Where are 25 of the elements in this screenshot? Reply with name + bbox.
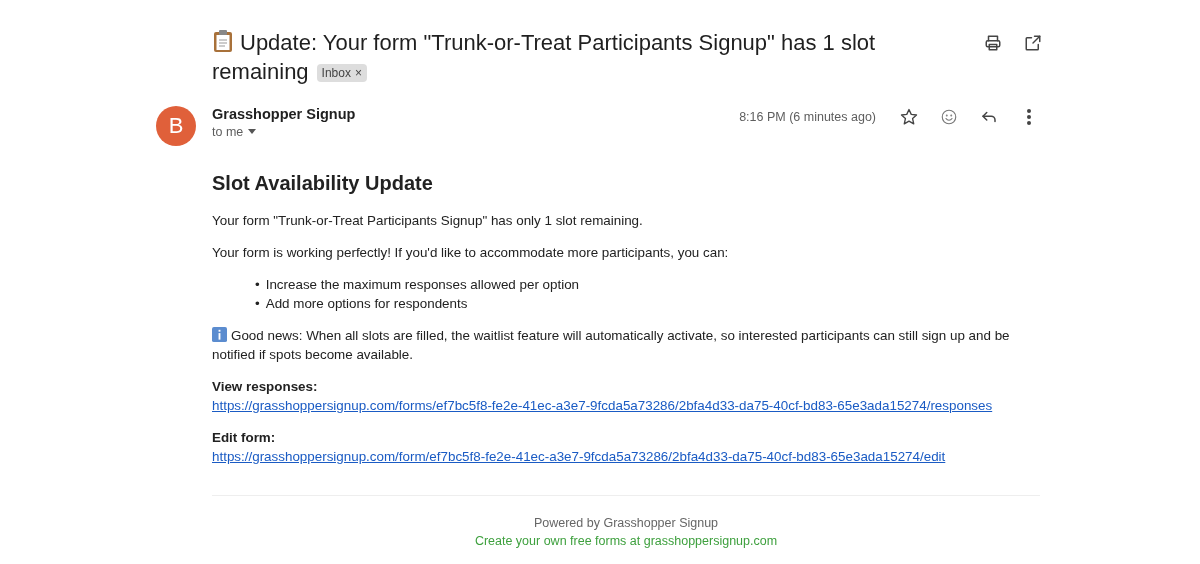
link-label: View responses: — [212, 378, 319, 396]
promo-text: Create your own free forms at grasshoppersignup.com — [474, 533, 778, 550]
clipboard-icon — [212, 29, 234, 53]
remove-label-button[interactable]: × — [354, 65, 362, 82]
email-subject: Update: Your form "Trunk-or-Treat Participants Signup" has 1 slot remaining Inbox × — [212, 28, 877, 86]
more-options-icon — [1027, 109, 1031, 125]
sent-time: 8:16 PM (6 minutes ago) — [739, 110, 876, 124]
link-label: Edit form: — [212, 429, 277, 447]
caret-icon — [247, 129, 258, 135]
body-paragraph: Your form is working perfectly! If you'd like to accommodate more participants, you can: — [212, 244, 730, 262]
form-link[interactable]: https://grasshoppersignup.com/form/ef7bc5f8-fe2e-41ec-a3e7-9fcda5a73286/2bfa4d33-da75-40cf-bd83-65e3ada15274/edit — [212, 447, 946, 466]
recipient-dropdown[interactable]: to me — [212, 125, 258, 139]
body-heading: Slot Availability Update — [212, 174, 434, 193]
bullet-marker: • — [255, 276, 260, 294]
powered-by-text: Powered by Grasshopper Signup — [533, 515, 719, 532]
bullet-item: Increase the maximum responses allowed per option — [265, 276, 580, 294]
body-paragraph: Your form "Trunk-or-Treat Participants Signup" has only 1 slot remaining. — [212, 212, 644, 230]
info-note: Good news: When all slots are filled, the waitlist feature will automatically activate, so interested participants can still sign up and be notified if spots become available. — [212, 326, 1011, 364]
inbox-label[interactable]: Inbox × — [316, 64, 367, 83]
info-icon — [212, 327, 227, 342]
bullet-marker: • — [255, 295, 260, 313]
sender-name: Grasshopper Signup — [212, 106, 357, 122]
sender-avatar: B — [156, 106, 196, 146]
form-link[interactable]: https://grasshoppersignup.com/forms/ef7bc5f8-fe2e-41ec-a3e7-9fcda5a73286/2bfa4d33-da75-40cf-bd83-65e3ada15274/responses — [212, 396, 993, 415]
bullet-item: Add more options for respondents — [265, 295, 468, 313]
